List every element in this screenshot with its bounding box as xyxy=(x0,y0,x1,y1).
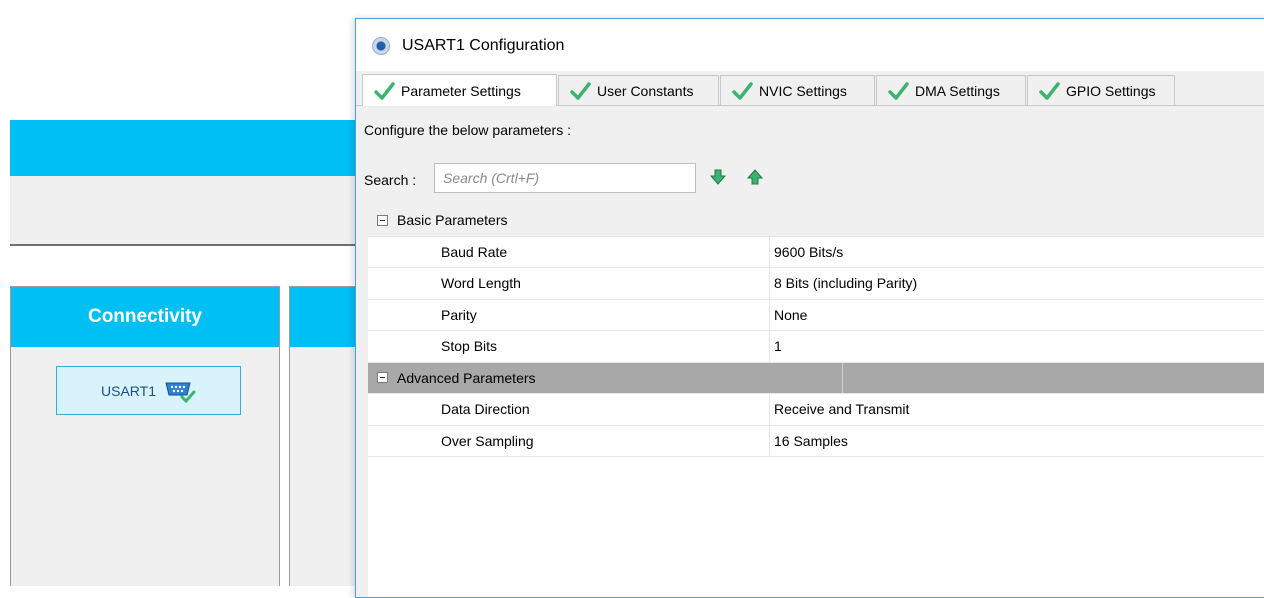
search-label: Search : xyxy=(364,172,417,188)
check-icon xyxy=(1039,81,1060,100)
connectivity-panel: Connectivity USART1 xyxy=(10,286,280,586)
collapse-icon[interactable] xyxy=(377,214,388,226)
check-icon xyxy=(374,81,395,100)
parameter-settings-panel: Configure the below parameters : Search … xyxy=(356,106,1264,597)
param-value[interactable]: 9600 Bits/s xyxy=(769,236,1264,267)
tab-parameter-settings[interactable]: Parameter Settings xyxy=(362,74,557,106)
check-icon xyxy=(570,81,591,100)
tab-label: NVIC Settings xyxy=(759,82,847,99)
param-value[interactable]: 8 Bits (including Parity) xyxy=(769,268,1264,299)
arrow-up-icon[interactable] xyxy=(746,168,764,186)
dialog-title: USART1 Configuration xyxy=(402,37,565,54)
check-icon xyxy=(888,81,909,100)
param-name: Word Length xyxy=(441,275,521,292)
connectivity-header: Connectivity xyxy=(11,287,279,347)
column-divider xyxy=(842,362,843,393)
param-row-over-sampling[interactable]: Over Sampling 16 Samples xyxy=(368,425,1264,457)
configure-instructions: Configure the below parameters : xyxy=(364,122,571,138)
section-title: Advanced Parameters xyxy=(397,369,536,386)
param-value[interactable]: Receive and Transmit xyxy=(769,394,1264,425)
app-divider xyxy=(10,244,360,246)
tab-dma-settings[interactable]: DMA Settings xyxy=(876,75,1026,105)
arrow-down-icon[interactable] xyxy=(709,168,727,186)
search-input[interactable] xyxy=(434,163,696,193)
tab-gpio-settings[interactable]: GPIO Settings xyxy=(1027,75,1175,105)
tab-label: Parameter Settings xyxy=(401,82,521,99)
param-value[interactable]: None xyxy=(769,299,1264,330)
section-basic-parameters[interactable]: Basic Parameters xyxy=(368,205,1264,237)
usart1-configuration-dialog: USART1 Configuration Parameter Settings … xyxy=(355,18,1264,598)
param-row-word-length[interactable]: Word Length 8 Bits (including Parity) xyxy=(368,268,1264,300)
app-top-bar xyxy=(10,120,360,176)
tab-label: DMA Settings xyxy=(915,82,1000,99)
param-name: Stop Bits xyxy=(441,338,498,355)
usart1-button[interactable]: USART1 xyxy=(56,366,241,415)
tab-user-constants[interactable]: User Constants xyxy=(558,75,719,105)
tab-label: User Constants xyxy=(597,82,694,99)
param-name: Data Direction xyxy=(441,401,530,418)
param-value[interactable]: 16 Samples xyxy=(769,425,1264,456)
param-row-baud-rate[interactable]: Baud Rate 9600 Bits/s xyxy=(368,236,1264,268)
check-icon xyxy=(732,81,753,100)
param-name: Baud Rate xyxy=(441,243,508,260)
tab-bar: Parameter Settings User Constants NVIC S… xyxy=(356,71,1264,106)
param-row-stop-bits[interactable]: Stop Bits 1 xyxy=(368,331,1264,363)
section-advanced-parameters[interactable]: Advanced Parameters xyxy=(368,362,1264,394)
parameter-grid: Basic Parameters Baud Rate 9600 Bits/s W… xyxy=(368,205,1264,597)
collapse-icon[interactable] xyxy=(377,372,388,384)
section-title: Basic Parameters xyxy=(397,212,508,229)
param-row-data-direction[interactable]: Data Direction Receive and Transmit xyxy=(368,394,1264,426)
param-name: Over Sampling xyxy=(441,432,534,449)
usart1-button-label: USART1 xyxy=(101,382,156,399)
serial-port-icon xyxy=(164,380,196,403)
param-row-parity[interactable]: Parity None xyxy=(368,299,1264,331)
configuration-icon xyxy=(372,37,390,55)
app-toolbar-band xyxy=(10,176,360,244)
dialog-titlebar: USART1 Configuration xyxy=(356,19,1264,73)
tab-nvic-settings[interactable]: NVIC Settings xyxy=(720,75,875,105)
param-value[interactable]: 1 xyxy=(769,331,1264,362)
tab-label: GPIO Settings xyxy=(1066,82,1156,99)
param-name: Parity xyxy=(441,306,477,323)
